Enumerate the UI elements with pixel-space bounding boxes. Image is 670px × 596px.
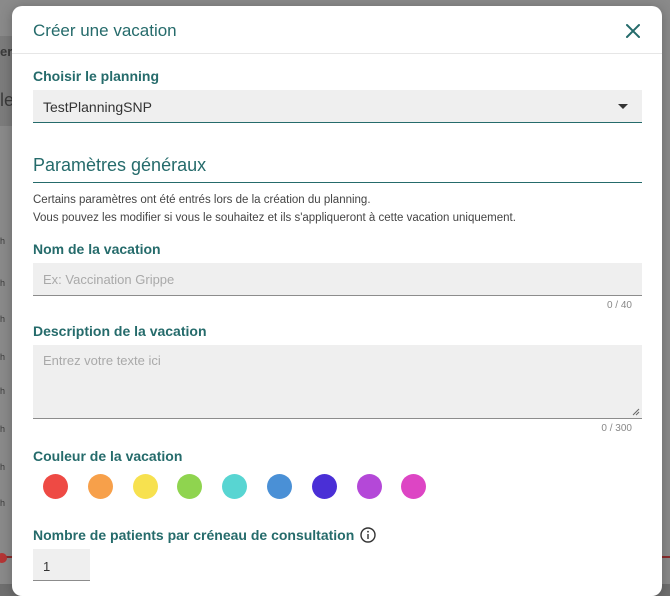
patients-label-row: Nombre de patients par créneau de consul… (33, 527, 642, 543)
info-icon[interactable] (360, 527, 376, 543)
dialog-header: Créer une vacation (12, 6, 662, 54)
vacation-description-label: Description de la vacation (33, 323, 207, 339)
description-line-1: Certains paramètres ont été entrés lors … (33, 194, 371, 206)
create-vacation-dialog: Créer une vacation Choisir le planning T… (12, 6, 662, 596)
planning-select-value: TestPlanningSNP (43, 99, 152, 115)
color-swatch-8[interactable] (356, 474, 382, 499)
description-line-2: Vous pouvez les modifier si vous le souh… (33, 212, 516, 224)
vacation-description-textarea[interactable] (33, 345, 642, 421)
background-hour-mark: h (0, 498, 6, 508)
background-hour-mark: h (0, 278, 6, 288)
general-parameters-title: Paramètres généraux (33, 155, 642, 183)
planning-select[interactable]: TestPlanningSNP (33, 90, 642, 123)
patients-per-slot-label: Nombre de patients par créneau de consul… (33, 527, 355, 543)
vacation-description-field[interactable] (33, 345, 642, 421)
color-swatch-6[interactable] (266, 474, 292, 499)
planning-label: Choisir le planning (33, 68, 160, 84)
close-button[interactable] (624, 22, 642, 40)
vacation-color-label: Couleur de la vacation (33, 448, 183, 464)
background-hour-mark: h (0, 386, 6, 396)
background-hour-mark: h (0, 424, 6, 434)
dialog-title: Créer une vacation (33, 21, 177, 40)
background-hour-mark: h (0, 236, 6, 246)
vacation-name-counter: 0 / 40 (606, 300, 632, 311)
color-swatch-9[interactable] (401, 474, 427, 499)
vacation-name-label: Nom de la vacation (33, 241, 161, 257)
dialog-content: Choisir le planning TestPlanningSNP Para… (33, 68, 643, 581)
color-swatch-7[interactable] (311, 474, 337, 499)
background-hour-mark: h (0, 352, 6, 362)
color-swatch-1[interactable] (43, 474, 68, 499)
color-swatch-list (43, 474, 642, 499)
background-hour-mark: h (0, 314, 6, 324)
vacation-name-input[interactable] (33, 263, 643, 295)
chevron-down-icon (618, 104, 628, 109)
color-swatch-3[interactable] (132, 474, 158, 499)
color-swatch-4[interactable] (177, 474, 203, 499)
background-hour-mark: h (0, 462, 6, 472)
color-swatch-5[interactable] (222, 474, 248, 499)
vacation-description-counter: 0 / 300 (601, 423, 632, 434)
background-fragment-top: er (0, 44, 13, 59)
vacation-name-field[interactable] (33, 263, 643, 296)
general-parameters-description: Certains paramètres ont été entrés lors … (33, 191, 642, 227)
close-icon (626, 24, 640, 38)
resize-handle-icon[interactable] (632, 408, 640, 416)
patients-per-slot-input[interactable]: 1 (33, 549, 90, 581)
color-swatch-2[interactable] (87, 474, 113, 499)
